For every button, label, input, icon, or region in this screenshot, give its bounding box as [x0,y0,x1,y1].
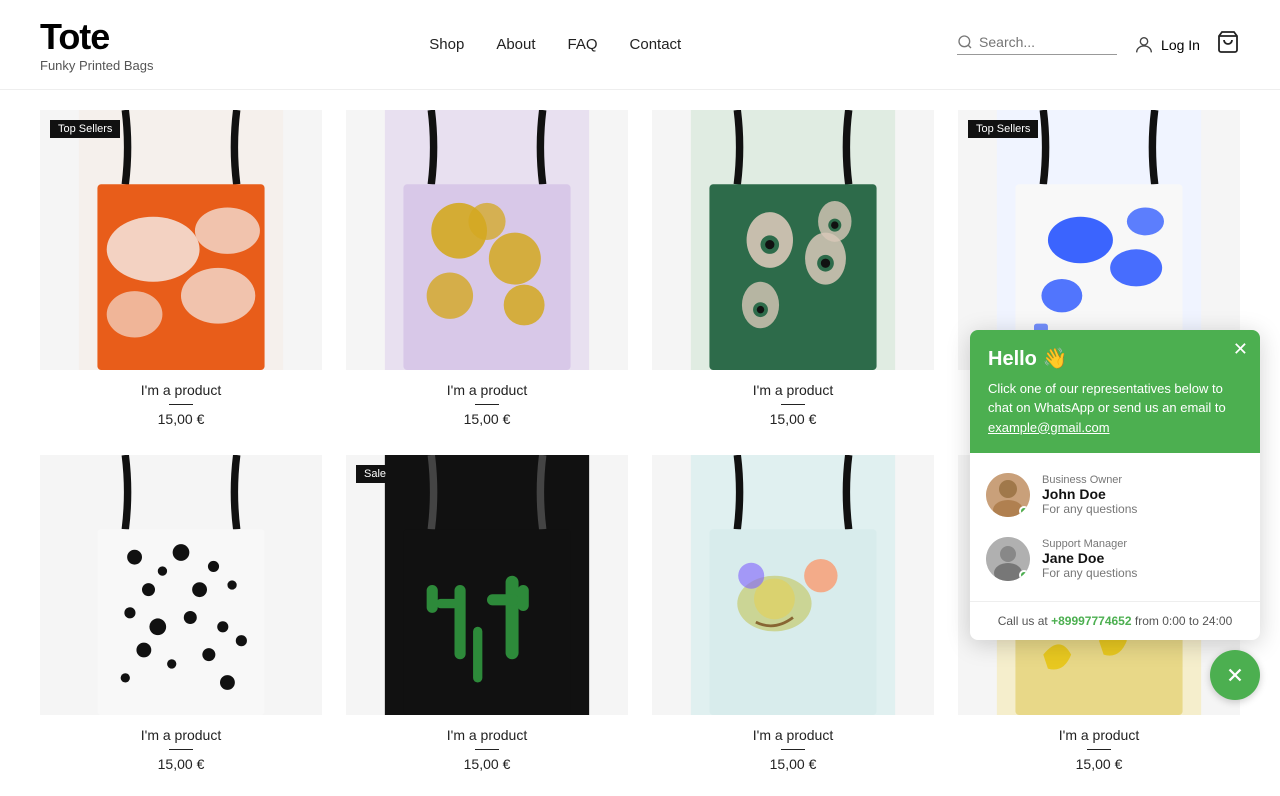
product-info: I'm a product 15,00 € [652,370,934,431]
product-image [40,110,322,370]
product-info: I'm a product 15,00 € [652,715,934,776]
agent-role: Business Owner [1042,474,1244,486]
agent-role: Support Manager [1042,538,1244,550]
product-name: I'm a product [346,727,628,743]
product-card[interactable]: Sale I'm a product 15,00 € [346,455,628,776]
product-image [652,110,934,370]
chat-agents-list: Business Owner John Doe For any question… [970,453,1260,601]
product-image [652,455,934,715]
brand-subtitle: Funky Printed Bags [40,58,153,73]
chat-header: Hello 👋 Click one of our representatives… [970,330,1260,454]
close-float-icon [1224,664,1246,686]
chat-footer: Call us at +89997774652 from 0:00 to 24:… [970,601,1260,640]
chat-popup: Hello 👋 Click one of our representatives… [970,330,1260,641]
product-name: I'm a product [40,382,322,398]
product-price: 15,00 € [40,411,322,427]
product-card[interactable]: Top Sellers I'm a product 15,00 € [40,110,322,431]
product-divider [169,404,193,405]
agent-name: Jane Doe [1042,550,1244,566]
product-name: I'm a product [40,727,322,743]
product-card[interactable]: I'm a product 15,00 € [652,455,934,776]
product-price: 15,00 € [40,756,322,772]
product-name: I'm a product [346,382,628,398]
main-nav: Shop About FAQ Contact [429,36,681,53]
nav-about[interactable]: About [496,36,535,53]
product-badge: Top Sellers [50,120,120,138]
chat-hello: Hello 👋 [988,346,1244,371]
product-divider [475,404,499,405]
product-badge: Sale [356,465,394,483]
product-image [40,455,322,715]
user-icon [1133,34,1155,56]
product-card[interactable]: I'm a product 15,00 € [346,110,628,431]
login-button[interactable]: Log In [1133,34,1200,56]
agent-avatar-2 [986,537,1030,581]
agent-info-2: Support Manager Jane Doe For any questio… [1042,538,1244,580]
product-price: 15,00 € [346,411,628,427]
product-divider [1087,749,1111,750]
agent-avatar-1 [986,473,1030,517]
product-card[interactable]: I'm a product 15,00 € [652,110,934,431]
login-label: Log In [1161,37,1200,53]
product-price: 15,00 € [652,756,934,772]
product-badge: Top Sellers [968,120,1038,138]
product-divider [781,404,805,405]
nav-faq[interactable]: FAQ [568,36,598,53]
product-info: I'm a product 15,00 € [40,370,322,431]
logo: Tote Funky Printed Bags [40,16,153,73]
agent-info-1: Business Owner John Doe For any question… [1042,474,1244,516]
product-info: I'm a product 15,00 € [40,715,322,776]
chat-agent-1[interactable]: Business Owner John Doe For any question… [970,463,1260,527]
agent-name: John Doe [1042,486,1244,502]
search-bar [957,34,1117,55]
search-icon [957,34,973,50]
chat-desc-text: Click one of our representatives below t… [988,381,1226,416]
chat-agent-2[interactable]: Support Manager Jane Doe For any questio… [970,527,1260,591]
product-divider [475,749,499,750]
product-card[interactable]: I'm a product 15,00 € [40,455,322,776]
product-price: 15,00 € [958,756,1240,772]
product-info: I'm a product 15,00 € [346,370,628,431]
online-indicator [1019,506,1029,516]
chat-close-button[interactable]: ✕ [1233,340,1248,358]
chat-footer-text: Call us at [998,614,1048,628]
product-info: I'm a product 15,00 € [346,715,628,776]
nav-contact[interactable]: Contact [630,36,682,53]
brand-title: Tote [40,16,153,58]
chat-email-link[interactable]: example@gmail.com [988,420,1110,435]
product-price: 15,00 € [652,411,934,427]
product-name: I'm a product [652,382,934,398]
chat-phone: +89997774652 [1051,614,1131,628]
product-name: I'm a product [652,727,934,743]
agent-desc: For any questions [1042,566,1244,580]
product-name: I'm a product [958,727,1240,743]
header-right: Log In [957,30,1240,59]
chat-description: Click one of our representatives below t… [988,379,1244,438]
product-image [346,110,628,370]
chat-hours: from 0:00 to 24:00 [1135,614,1232,628]
product-divider [169,749,193,750]
cart-button[interactable] [1216,30,1240,59]
product-image [346,455,628,715]
cart-icon-svg [1216,30,1240,54]
header: Tote Funky Printed Bags Shop About FAQ C… [0,0,1280,90]
online-indicator [1019,570,1029,580]
product-divider [781,749,805,750]
nav-shop[interactable]: Shop [429,36,464,53]
agent-desc: For any questions [1042,502,1244,516]
chat-float-button[interactable] [1210,650,1260,700]
product-info: I'm a product 15,00 € [958,715,1240,776]
search-input[interactable] [979,34,1109,50]
product-price: 15,00 € [346,756,628,772]
